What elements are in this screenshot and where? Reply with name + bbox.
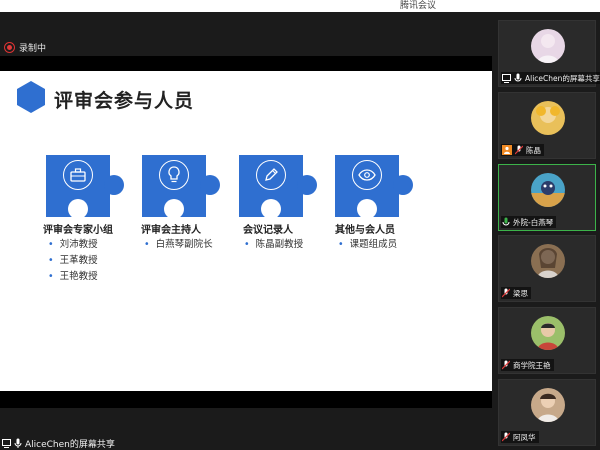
list-item: 王艳教授 [48, 269, 98, 285]
participant-tile[interactable]: 商学院王艳 [498, 307, 596, 374]
participant-name-label: 梁思 [501, 287, 531, 299]
participant-name: AliceChen的屏幕共享 [525, 73, 600, 83]
participant-tile-active-speaker[interactable]: 外院-白燕琴 [498, 164, 596, 231]
participant-name-label: AliceChen的屏幕共享 [501, 72, 600, 84]
participant-name-label: 陈晶 [501, 144, 544, 156]
mic-muted-icon [502, 288, 510, 298]
avatar [531, 29, 565, 63]
record-icon [4, 41, 15, 53]
avatar [531, 173, 565, 207]
puzzle-card-others [335, 155, 419, 219]
card-heading: 会议记录人 [243, 225, 293, 236]
lightbulb-icon [159, 160, 189, 190]
avatar [531, 388, 565, 422]
card-list: 课题组成员 [338, 237, 398, 253]
participant-name: 阿凤华 [513, 432, 536, 442]
slide-title: 评审会参与人员 [54, 90, 195, 112]
screen-share-label[interactable]: AliceChen的屏幕共享 [0, 436, 130, 450]
mic-icon [14, 438, 22, 448]
list-item: 刘沛教授 [48, 237, 98, 253]
briefcase-icon [63, 160, 93, 190]
participant-name-label: 外院-白燕琴 [501, 216, 557, 228]
meeting-window: 腾讯会议 录制中 评审会参与人员 评审会专家小组 刘沛教授 王革教 [0, 0, 600, 450]
card-heading: 评审会主持人 [141, 225, 201, 236]
puzzle-piece [46, 155, 130, 219]
puzzle-card-experts [46, 155, 130, 219]
presentation-slide: 评审会参与人员 评审会专家小组 刘沛教授 王革教授 王艳教授 [0, 71, 492, 391]
card-heading: 评审会专家小组 [43, 225, 113, 236]
mic-icon [502, 217, 510, 227]
card-list: 陈晶副教授 [244, 237, 304, 253]
participant-name-label: 商学院王艳 [501, 359, 554, 371]
mic-icon [514, 73, 522, 83]
list-item: 白燕琴副院长 [144, 237, 213, 253]
pencil-icon [256, 160, 286, 190]
screen-share-icon [2, 438, 11, 448]
avatar [531, 244, 565, 278]
participant-tile[interactable]: AliceChen的屏幕共享 [498, 20, 600, 87]
participant-tile[interactable]: 陈晶 [498, 92, 596, 159]
puzzle-card-host [142, 155, 226, 219]
mic-muted-icon [502, 360, 510, 370]
window-title-strip: 腾讯会议 [0, 0, 600, 12]
screen-share-icon [502, 73, 511, 83]
host-badge-icon [502, 145, 512, 155]
avatar [531, 101, 565, 135]
participant-name: 商学院王艳 [513, 360, 551, 370]
participant-name: 外院-白燕琴 [513, 217, 554, 227]
participant-tile[interactable]: 阿凤华 [498, 379, 596, 446]
eye-icon [352, 160, 382, 190]
card-list: 白燕琴副院长 [144, 237, 213, 253]
participant-name: 陈晶 [526, 145, 541, 155]
participant-name-label: 阿凤华 [501, 431, 539, 443]
card-list: 刘沛教授 王革教授 王艳教授 [48, 237, 98, 285]
puzzle-card-recorder [239, 155, 323, 219]
screen-share-name: AliceChen的屏幕共享 [25, 439, 115, 450]
puzzle-piece [239, 155, 323, 219]
participant-name: 梁思 [513, 288, 528, 298]
mic-muted-icon [502, 432, 510, 442]
list-item: 王革教授 [48, 253, 98, 269]
mic-muted-icon [515, 145, 523, 155]
list-item: 陈晶副教授 [244, 237, 304, 253]
recording-label: 录制中 [19, 43, 47, 54]
puzzle-piece [335, 155, 419, 219]
puzzle-piece [142, 155, 226, 219]
participant-tile[interactable]: 梁思 [498, 235, 596, 302]
participant-list: AliceChen的屏幕共享 陈晶 外院-白燕琴 梁思 商学院王艳 阿凤华 [495, 20, 600, 450]
avatar [531, 316, 565, 350]
shared-screen: 评审会参与人员 评审会专家小组 刘沛教授 王革教授 王艳教授 [0, 56, 492, 408]
list-item: 课题组成员 [338, 237, 398, 253]
card-heading: 其他与会人员 [335, 225, 395, 236]
hexagon-icon [17, 81, 45, 113]
window-title: 腾讯会议 [400, 1, 437, 11]
recording-indicator[interactable]: 录制中 [4, 40, 46, 54]
